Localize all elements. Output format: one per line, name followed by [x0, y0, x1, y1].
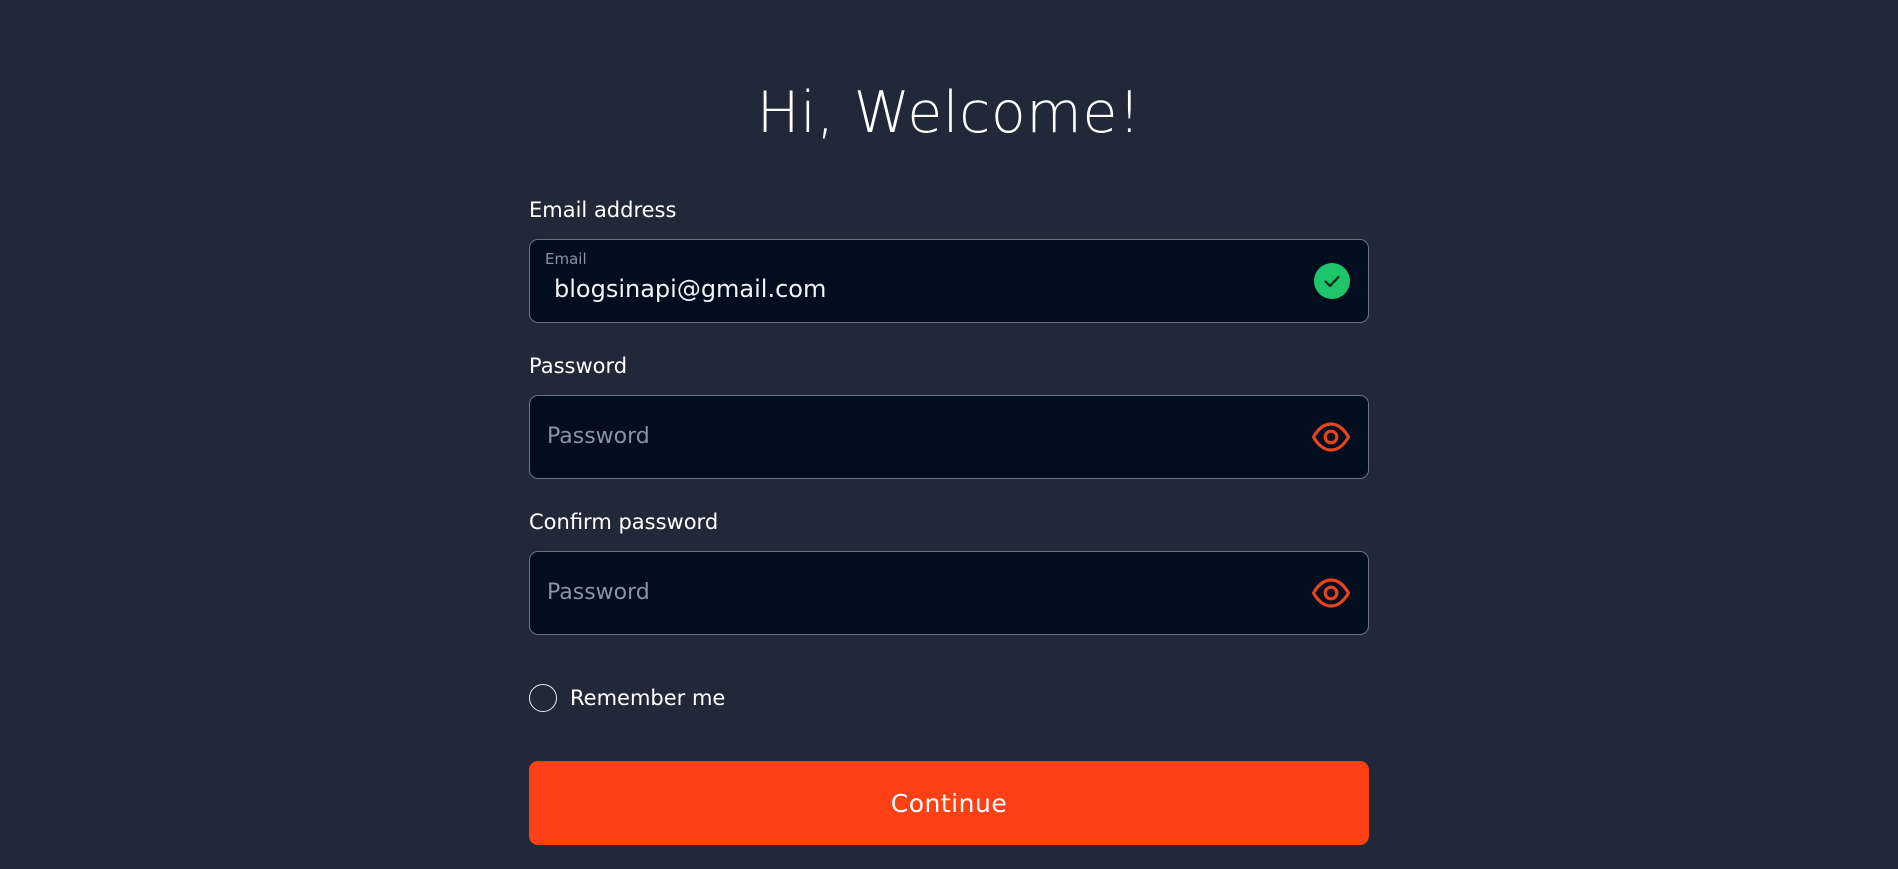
remember-me-row: Remember me [529, 683, 725, 713]
continue-button[interactable]: Continue [529, 761, 1369, 845]
check-circle-icon [1314, 263, 1350, 299]
password-field [529, 395, 1369, 479]
signup-page: Hi, Welcome! Email address Email blogsin… [0, 0, 1898, 869]
remember-me-label[interactable]: Remember me [570, 685, 725, 711]
email-floating-label: Email [545, 250, 587, 268]
page-title: Hi, Welcome! [756, 80, 1142, 146]
password-input[interactable] [547, 420, 1267, 454]
eye-icon[interactable] [1311, 576, 1351, 610]
email-field[interactable]: Email blogsinapi@gmail.com [529, 239, 1369, 323]
confirm-password-field [529, 551, 1369, 635]
email-label: Email address [529, 198, 677, 222]
password-label: Password [529, 354, 628, 378]
email-value[interactable]: blogsinapi@gmail.com [554, 274, 1254, 304]
confirm-password-label: Confirm password [529, 510, 719, 534]
eye-icon[interactable] [1311, 420, 1351, 454]
remember-me-radio[interactable] [529, 684, 557, 712]
confirm-password-input[interactable] [547, 576, 1267, 610]
